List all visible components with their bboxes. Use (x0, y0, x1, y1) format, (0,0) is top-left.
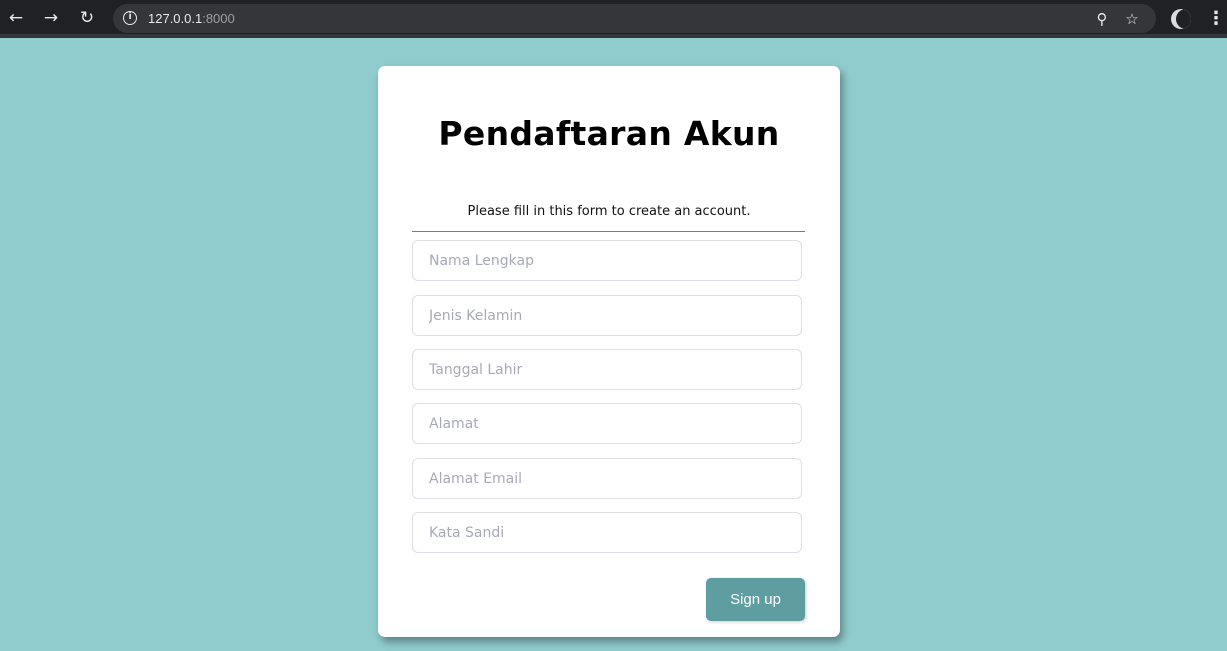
page-title: Pendaftaran Akun (438, 114, 780, 153)
url-text[interactable]: 127.0.0.1:8000 (148, 10, 235, 27)
address-bar[interactable]: i 127.0.0.1:8000 ⚲ ☆ (113, 4, 1156, 33)
menu-icon[interactable]: ⋮ (1207, 7, 1225, 31)
divider (412, 231, 805, 232)
email-input[interactable] (412, 458, 802, 499)
password-input[interactable] (412, 512, 802, 553)
zoom-icon[interactable]: ⚲ (1091, 8, 1113, 30)
back-icon[interactable]: ← (4, 6, 28, 30)
gender-input[interactable] (412, 295, 802, 336)
address-input[interactable] (412, 403, 802, 444)
site-info-icon[interactable]: i (123, 11, 137, 25)
sign-up-button[interactable]: Sign up (706, 578, 805, 621)
url-host: 127.0.0.1 (148, 11, 203, 26)
reload-icon[interactable]: ↻ (75, 6, 99, 30)
forward-icon[interactable]: → (39, 6, 63, 30)
browser-toolbar: ← → ↻ i 127.0.0.1:8000 ⚲ ☆ ⋮ (0, 0, 1227, 38)
profile-avatar-icon[interactable] (1171, 9, 1191, 29)
full-name-input[interactable] (412, 240, 802, 281)
star-icon[interactable]: ☆ (1121, 8, 1143, 30)
form-subtitle: Please fill in this form to create an ac… (467, 204, 751, 219)
registration-card: Pendaftaran Akun Please fill in this for… (378, 66, 840, 637)
url-port: :8000 (202, 11, 235, 26)
birth-date-input[interactable] (412, 349, 802, 390)
